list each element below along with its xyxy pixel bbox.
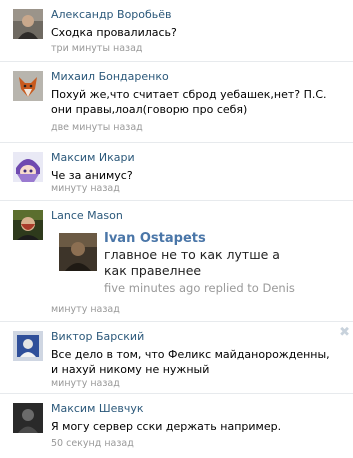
- comment-text: Все дело в том, что Феликс майданорожден…: [51, 348, 330, 376]
- comment-time[interactable]: три минуты назад: [51, 43, 142, 54]
- comment-author[interactable]: Lance Mason: [51, 209, 123, 222]
- comment-author[interactable]: Максим Икари: [51, 151, 135, 164]
- close-icon[interactable]: ✖: [339, 326, 350, 339]
- shared-reply-thumbnail[interactable]: [59, 233, 97, 271]
- fox-avatar[interactable]: [13, 71, 43, 101]
- comments-feed: Александр Воробьёв Сходка провалилась? т…: [0, 0, 353, 458]
- comment-item: Максим Икари Че за анимус? минуту назад: [0, 143, 353, 201]
- comment-text: Че за анимус?: [51, 169, 133, 182]
- avatar[interactable]: [13, 403, 43, 433]
- shared-reply-author[interactable]: Ivan Ostapets: [104, 231, 206, 246]
- comment-item: ✖ Виктор Барский Все дело в том, что Фел…: [0, 322, 353, 394]
- comment-item: Максим Шевчук Я могу сервер сски держать…: [0, 394, 353, 458]
- shared-reply-meta: five minutes ago replied to Denis: [104, 281, 295, 295]
- shared-reply-text: главное не то как лутше а как правелнее: [104, 247, 280, 278]
- comment-author[interactable]: Александр Воробьёв: [51, 8, 172, 21]
- avatar[interactable]: [13, 9, 43, 39]
- anime-avatar[interactable]: [13, 152, 43, 182]
- comment-time[interactable]: две минуты назад: [51, 122, 143, 133]
- shared-reply[interactable]: Ivan Ostapets главное не то как лутше а …: [59, 227, 299, 295]
- avatar[interactable]: [13, 210, 43, 240]
- comment-item: Михаил Бондаренко Похуй же,что считает с…: [0, 62, 353, 143]
- comment-author[interactable]: Максим Шевчук: [51, 402, 144, 415]
- comment-item: Александр Воробьёв Сходка провалилась? т…: [0, 0, 353, 62]
- comment-text: Я могу сервер сски держать например.: [51, 420, 282, 433]
- comment-time[interactable]: минуту назад: [51, 183, 120, 194]
- comment-text: Похуй же,что считает сброд уебашек,нет? …: [51, 88, 327, 116]
- comment-author[interactable]: Михаил Бондаренко: [51, 70, 169, 83]
- comment-time[interactable]: 50 секунд назад: [51, 438, 134, 449]
- comment-time[interactable]: минуту назад: [51, 378, 120, 389]
- comment-text: Сходка провалилась?: [51, 26, 177, 39]
- avatar[interactable]: [13, 331, 43, 361]
- comment-item: Lance Mason Ivan Ostapets главное не то …: [0, 201, 353, 322]
- comment-time[interactable]: минуту назад: [51, 304, 120, 315]
- comment-author[interactable]: Виктор Барский: [51, 330, 144, 343]
